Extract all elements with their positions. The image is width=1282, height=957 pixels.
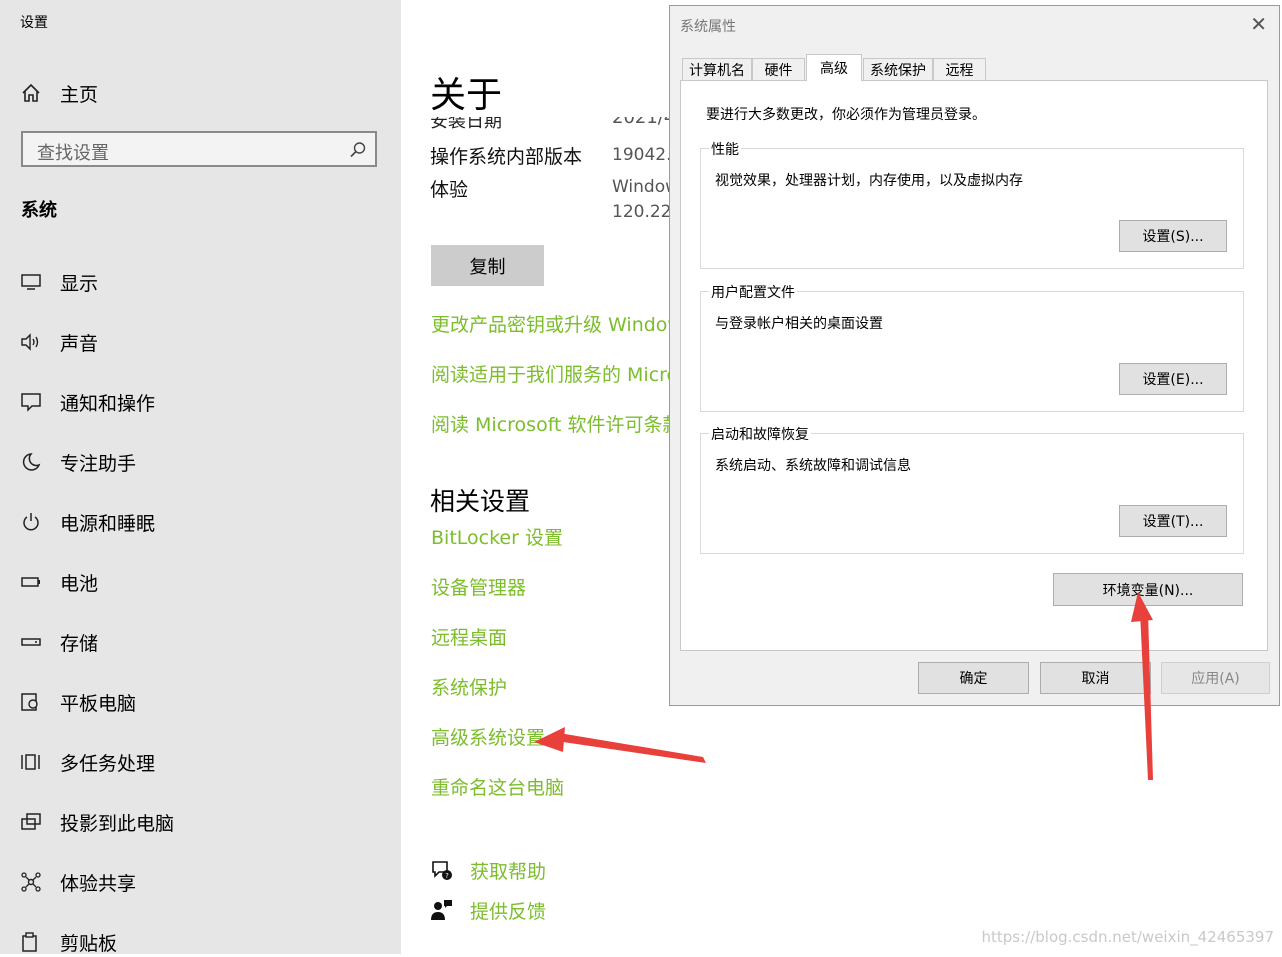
link-license-terms[interactable]: 阅读 Microsoft 软件许可条款 [431,410,682,437]
link-rename-pc[interactable]: 重命名这台电脑 [431,773,564,800]
get-help-label: 获取帮助 [470,860,547,883]
sidebar-item-power-sleep[interactable]: 电源和睡眠 [20,507,155,537]
notification-icon [21,393,41,412]
link-bitlocker[interactable]: BitLocker 设置 [431,523,563,550]
search-placeholder: 查找设置 [37,143,109,164]
sidebar-item-shared-experiences[interactable]: 体验共享 [20,867,136,897]
apply-button[interactable]: 应用(A) [1161,662,1270,694]
tab-advanced[interactable]: 高级 [806,54,862,81]
clipboard-icon [22,932,37,952]
sidebar-item-label: 电源和睡眠 [60,512,156,535]
power-icon [23,513,39,531]
search-box[interactable]: 查找设置 [21,131,377,167]
sidebar-item-display[interactable]: 显示 [20,267,98,297]
sidebar-item-label: 电池 [60,572,99,595]
sidebar-item-label: 投影到此电脑 [60,812,175,835]
link-system-protection[interactable]: 系统保护 [431,673,507,700]
home-label: 主页 [60,83,99,106]
home-icon [22,83,40,102]
sidebar-item-label: 专注助手 [60,452,137,475]
startup-recovery-settings-button[interactable]: 设置(T)... [1119,505,1227,537]
group-legend: 性能 [709,139,741,159]
cancel-button[interactable]: 取消 [1040,662,1151,694]
svg-text:?: ? [445,872,449,880]
sidebar-item-multitasking[interactable]: 多任务处理 [20,747,155,777]
watermark: https://blog.csdn.net/weixin_42465397 [981,928,1274,946]
sidebar-item-focus-assist[interactable]: 专注助手 [20,447,136,477]
sidebar-item-notifications[interactable]: 通知和操作 [20,387,155,417]
tab-hardware[interactable]: 硬件 [752,58,805,80]
search-icon[interactable] [349,141,367,159]
link-advanced-system-settings[interactable]: 高级系统设置 [431,723,545,750]
related-settings-title: 相关设置 [430,487,531,516]
sidebar-item-label: 声音 [60,332,99,355]
get-help-link[interactable]: ? 获取帮助 [430,856,546,884]
page-title: 关于 [430,75,503,116]
storage-icon [21,638,41,646]
close-icon[interactable]: ✕ [1250,12,1267,36]
ok-button[interactable]: 确定 [918,662,1029,694]
system-properties-dialog: 系统属性 ✕ 计算机名 硬件 高级 系统保护 远程 要进行大多数更改，你必须作为… [669,5,1280,706]
spec-label: 安装日期 [430,117,502,129]
sidebar-item-clipboard[interactable]: 剪贴板 [20,927,117,957]
feedback-icon [431,900,452,920]
share-icon [21,872,41,892]
feedback-link[interactable]: 提供反馈 [430,896,546,924]
startup-recovery-group: 启动和故障恢复 系统启动、系统故障和调试信息 设置(T)... [700,424,1244,554]
sidebar-item-sound[interactable]: 声音 [20,327,98,357]
sidebar-item-label: 显示 [60,272,99,295]
group-description: 系统启动、系统故障和调试信息 [715,458,911,474]
tab-system-protection[interactable]: 系统保护 [863,58,933,80]
performance-settings-button[interactable]: 设置(S)... [1119,220,1227,252]
speaker-icon [21,333,39,351]
link-remote-desktop[interactable]: 远程桌面 [431,623,507,650]
sidebar-item-battery[interactable]: 电池 [20,567,98,597]
group-legend: 用户配置文件 [709,282,797,302]
sidebar-item-tablet[interactable]: 平板电脑 [20,687,136,717]
monitor-icon [21,274,41,290]
group-description: 与登录帐户相关的桌面设置 [715,316,883,332]
feedback-label: 提供反馈 [470,900,547,923]
tab-remote[interactable]: 远程 [933,58,986,80]
sidebar-item-label: 平板电脑 [60,692,137,715]
help-chat-icon: ? [432,861,452,880]
moon-icon [22,453,41,471]
project-icon [21,813,41,830]
sidebar-item-label: 通知和操作 [60,392,156,415]
tab-computer-name[interactable]: 计算机名 [682,58,752,80]
tablet-icon [21,693,38,711]
link-change-product-key[interactable]: 更改产品密钥或升级 Windows [431,310,693,337]
multitask-icon [21,754,40,770]
install-date-row: 安装日期 2021/4/ [430,117,690,129]
link-device-manager[interactable]: 设备管理器 [431,573,526,600]
group-description: 视觉效果，处理器计划，内存使用，以及虚拟内存 [715,173,1023,189]
section-title: 系统 [21,200,57,221]
sidebar-item-label: 存储 [60,632,99,655]
copy-button[interactable]: 复制 [431,245,544,286]
environment-variables-button[interactable]: 环境变量(N)... [1053,573,1243,606]
sidebar-item-label: 剪贴板 [60,932,118,955]
spec-label: 操作系统内部版本 [430,146,583,168]
battery-icon [21,577,40,587]
sidebar-item-label: 体验共享 [60,872,137,895]
sidebar-item-project[interactable]: 投影到此电脑 [20,807,174,837]
spec-label: 体验 [430,179,469,201]
admin-note: 要进行大多数更改，你必须作为管理员登录。 [706,107,986,123]
settings-sidebar: 设置 主页 查找设置 系统 显示 声音 通知和操作 专注助手 电源和睡眠 电池 … [0,0,401,957]
sidebar-item-storage[interactable]: 存储 [20,627,98,657]
user-profiles-group: 用户配置文件 与登录帐户相关的桌面设置 设置(E)... [700,282,1244,412]
performance-group: 性能 视觉效果，处理器计划，内存使用，以及虚拟内存 设置(S)... [700,139,1244,269]
user-profiles-settings-button[interactable]: 设置(E)... [1119,363,1227,395]
dialog-title: 系统属性 [680,19,736,35]
link-services-agreement[interactable]: 阅读适用于我们服务的 Micro [431,360,678,387]
window-title: 设置 [20,15,48,31]
home-nav-item[interactable]: 主页 [20,78,98,108]
group-legend: 启动和故障恢复 [709,424,811,444]
sidebar-item-label: 多任务处理 [60,752,156,775]
